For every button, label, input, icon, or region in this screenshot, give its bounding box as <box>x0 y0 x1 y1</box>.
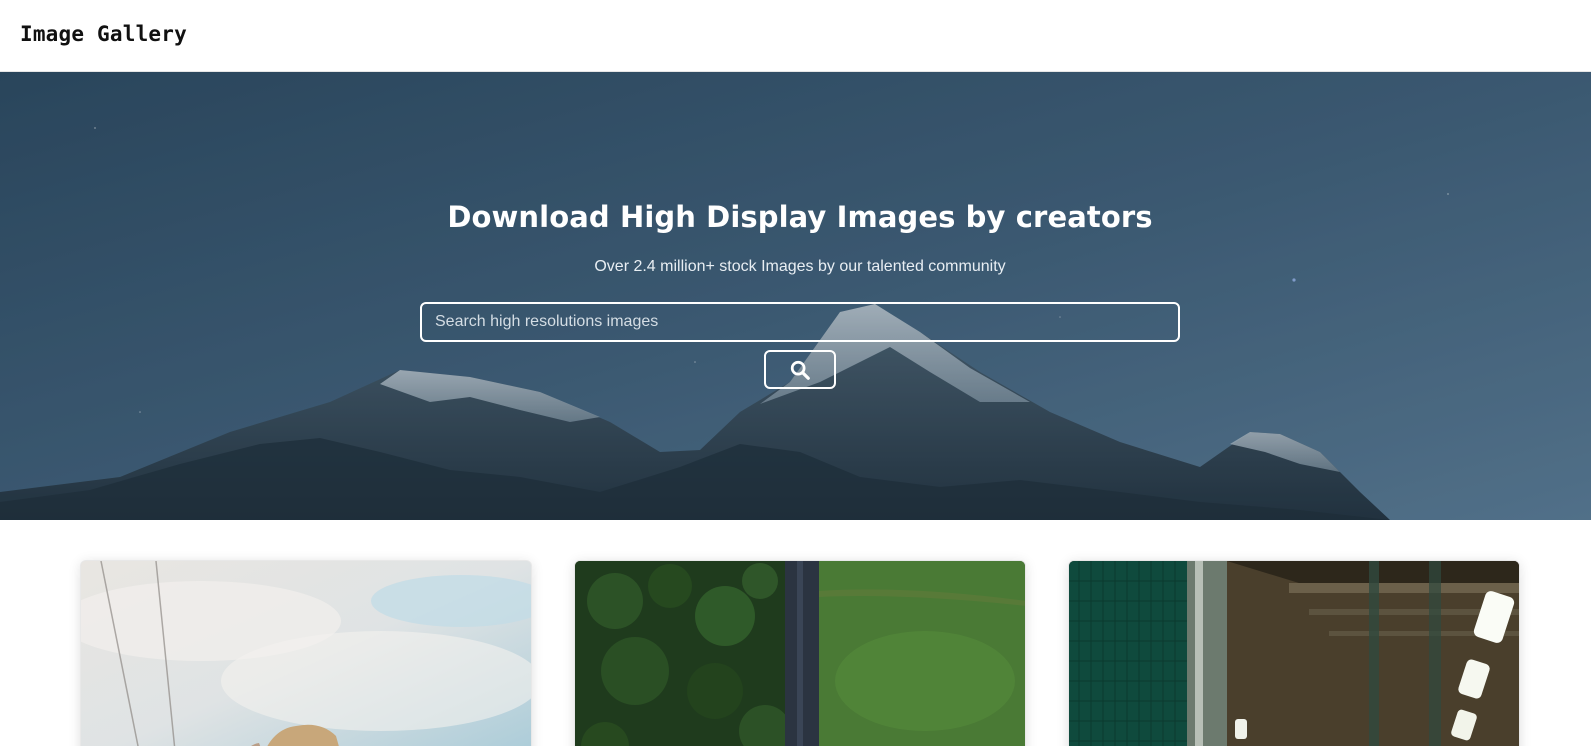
forest-aerial-photo <box>575 561 1025 746</box>
gallery-card-station[interactable] <box>1068 560 1520 746</box>
top-navbar: Image Gallery <box>0 0 1591 72</box>
mountain-background-image <box>0 72 1591 520</box>
search-icon <box>790 360 810 380</box>
hero-title: Download High Display Images by creators <box>447 200 1153 234</box>
hero-subtitle: Over 2.4 million+ stock Images by our ta… <box>594 258 1006 275</box>
gallery-card-forest[interactable] <box>574 560 1026 746</box>
gallery-card-person[interactable] <box>80 560 532 746</box>
hero-banner: Download High Display Images by creators… <box>0 72 1591 520</box>
brand-logo-text[interactable]: Image Gallery <box>20 22 187 46</box>
search-input[interactable] <box>420 302 1180 342</box>
person-photo <box>81 561 531 746</box>
station-interior-photo <box>1069 561 1519 746</box>
search-button[interactable] <box>764 350 836 389</box>
